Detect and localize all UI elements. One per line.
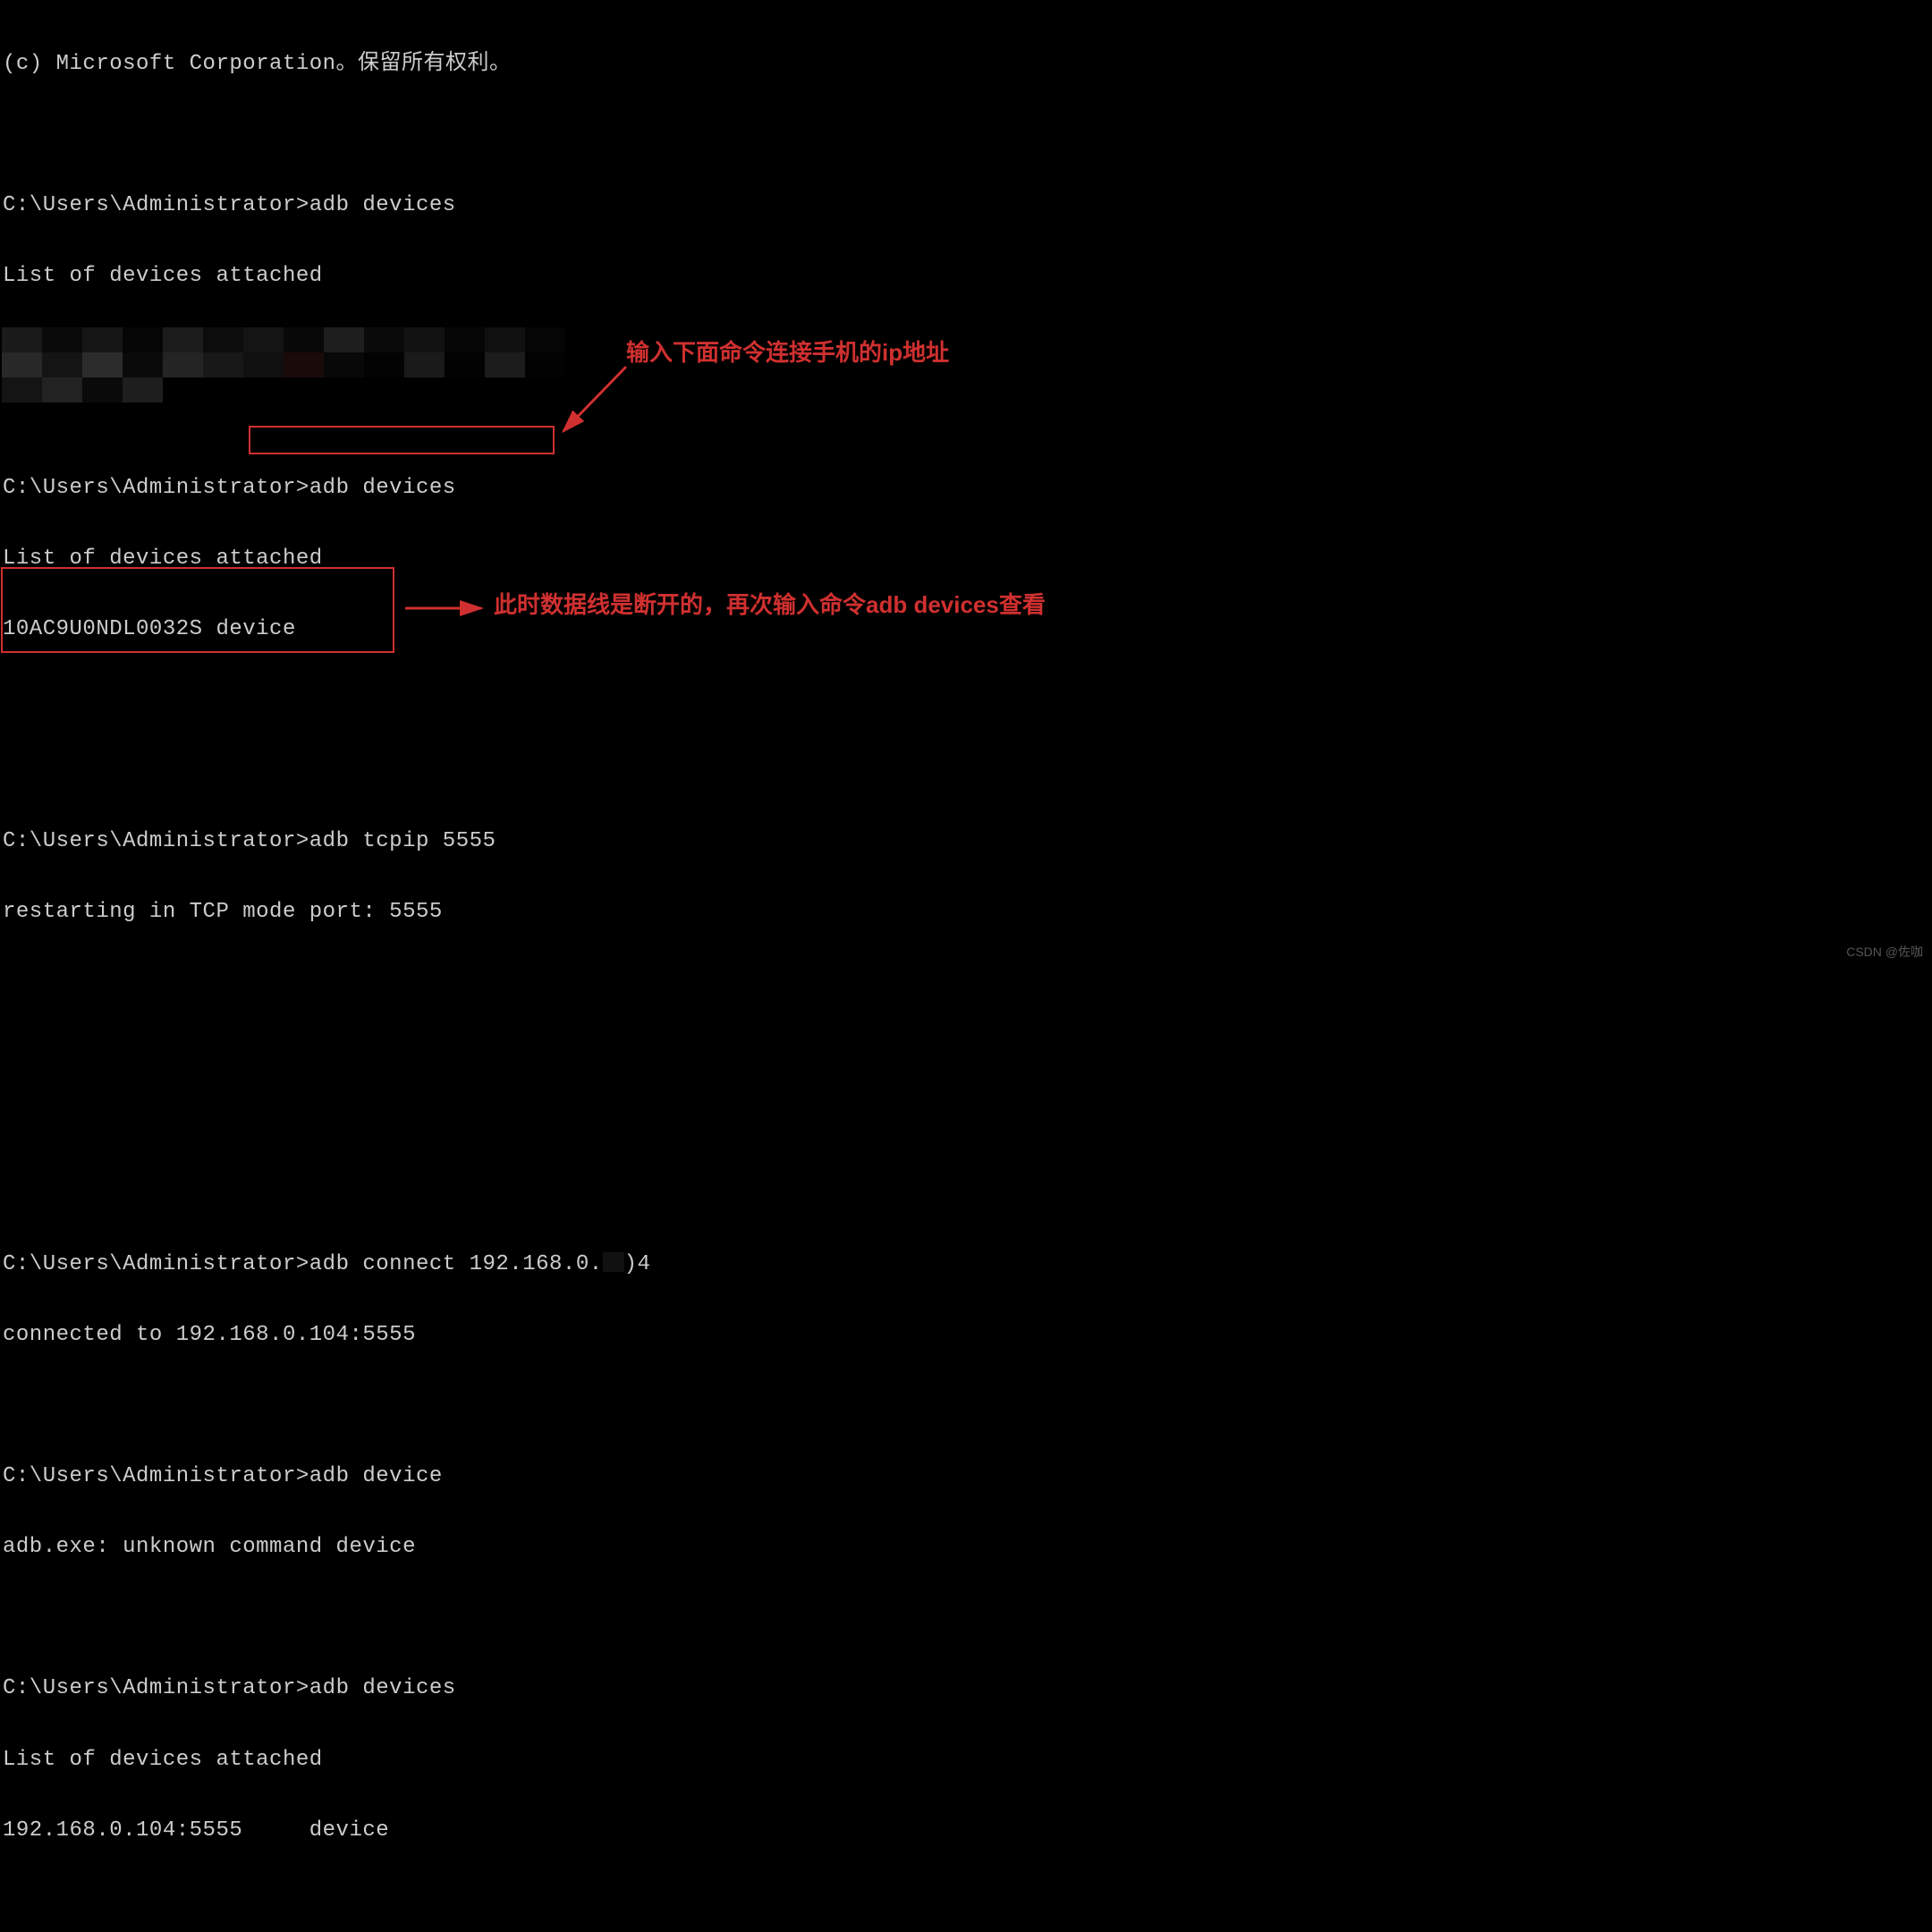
output-line: adb.exe: unknown command device xyxy=(3,1536,1929,1559)
output-line: connected to 192.168.0.104:5555 xyxy=(3,1324,1929,1347)
output-line: List of devices attached xyxy=(3,265,1929,288)
prompt-line: C:\Users\Administrator>adb device xyxy=(3,1465,1929,1488)
prompt-line: C:\Users\Administrator>adb tcpip 5555 xyxy=(3,830,1929,853)
prompt-line: C:\Users\Administrator>adb devices xyxy=(3,477,1929,500)
output-line: 192.168.0.104:5555 device xyxy=(3,1819,1929,1843)
output-line: List of devices attached xyxy=(3,1749,1929,1772)
redacted-ip-segment xyxy=(603,1252,624,1272)
watermark-text: CSDN @佐咖 xyxy=(1846,945,1923,959)
redacted-pixelated-region xyxy=(2,327,574,406)
output-line: 10AC9U0NDL0032S device xyxy=(3,618,1929,641)
annotation-text-2: 此时数据线是断开的，再次输入命令adb devices查看 xyxy=(494,592,1046,618)
prompt-line: C:\Users\Administrator>adb devices xyxy=(3,1677,1929,1700)
terminal-output[interactable]: (c) Microsoft Corporation。保留所有权利。 C:\Use… xyxy=(3,5,1929,1932)
annotation-text-1: 输入下面命令连接手机的ip地址 xyxy=(626,340,949,366)
prompt-line: C:\Users\Administrator>adb devices xyxy=(3,194,1929,217)
output-line: List of devices attached xyxy=(3,547,1929,571)
copyright-line: (c) Microsoft Corporation。保留所有权利。 xyxy=(3,53,1929,76)
output-line: restarting in TCP mode port: 5555 xyxy=(3,901,1929,924)
prompt-line: C:\Users\Administrator>adb connect 192.1… xyxy=(3,1253,1929,1276)
